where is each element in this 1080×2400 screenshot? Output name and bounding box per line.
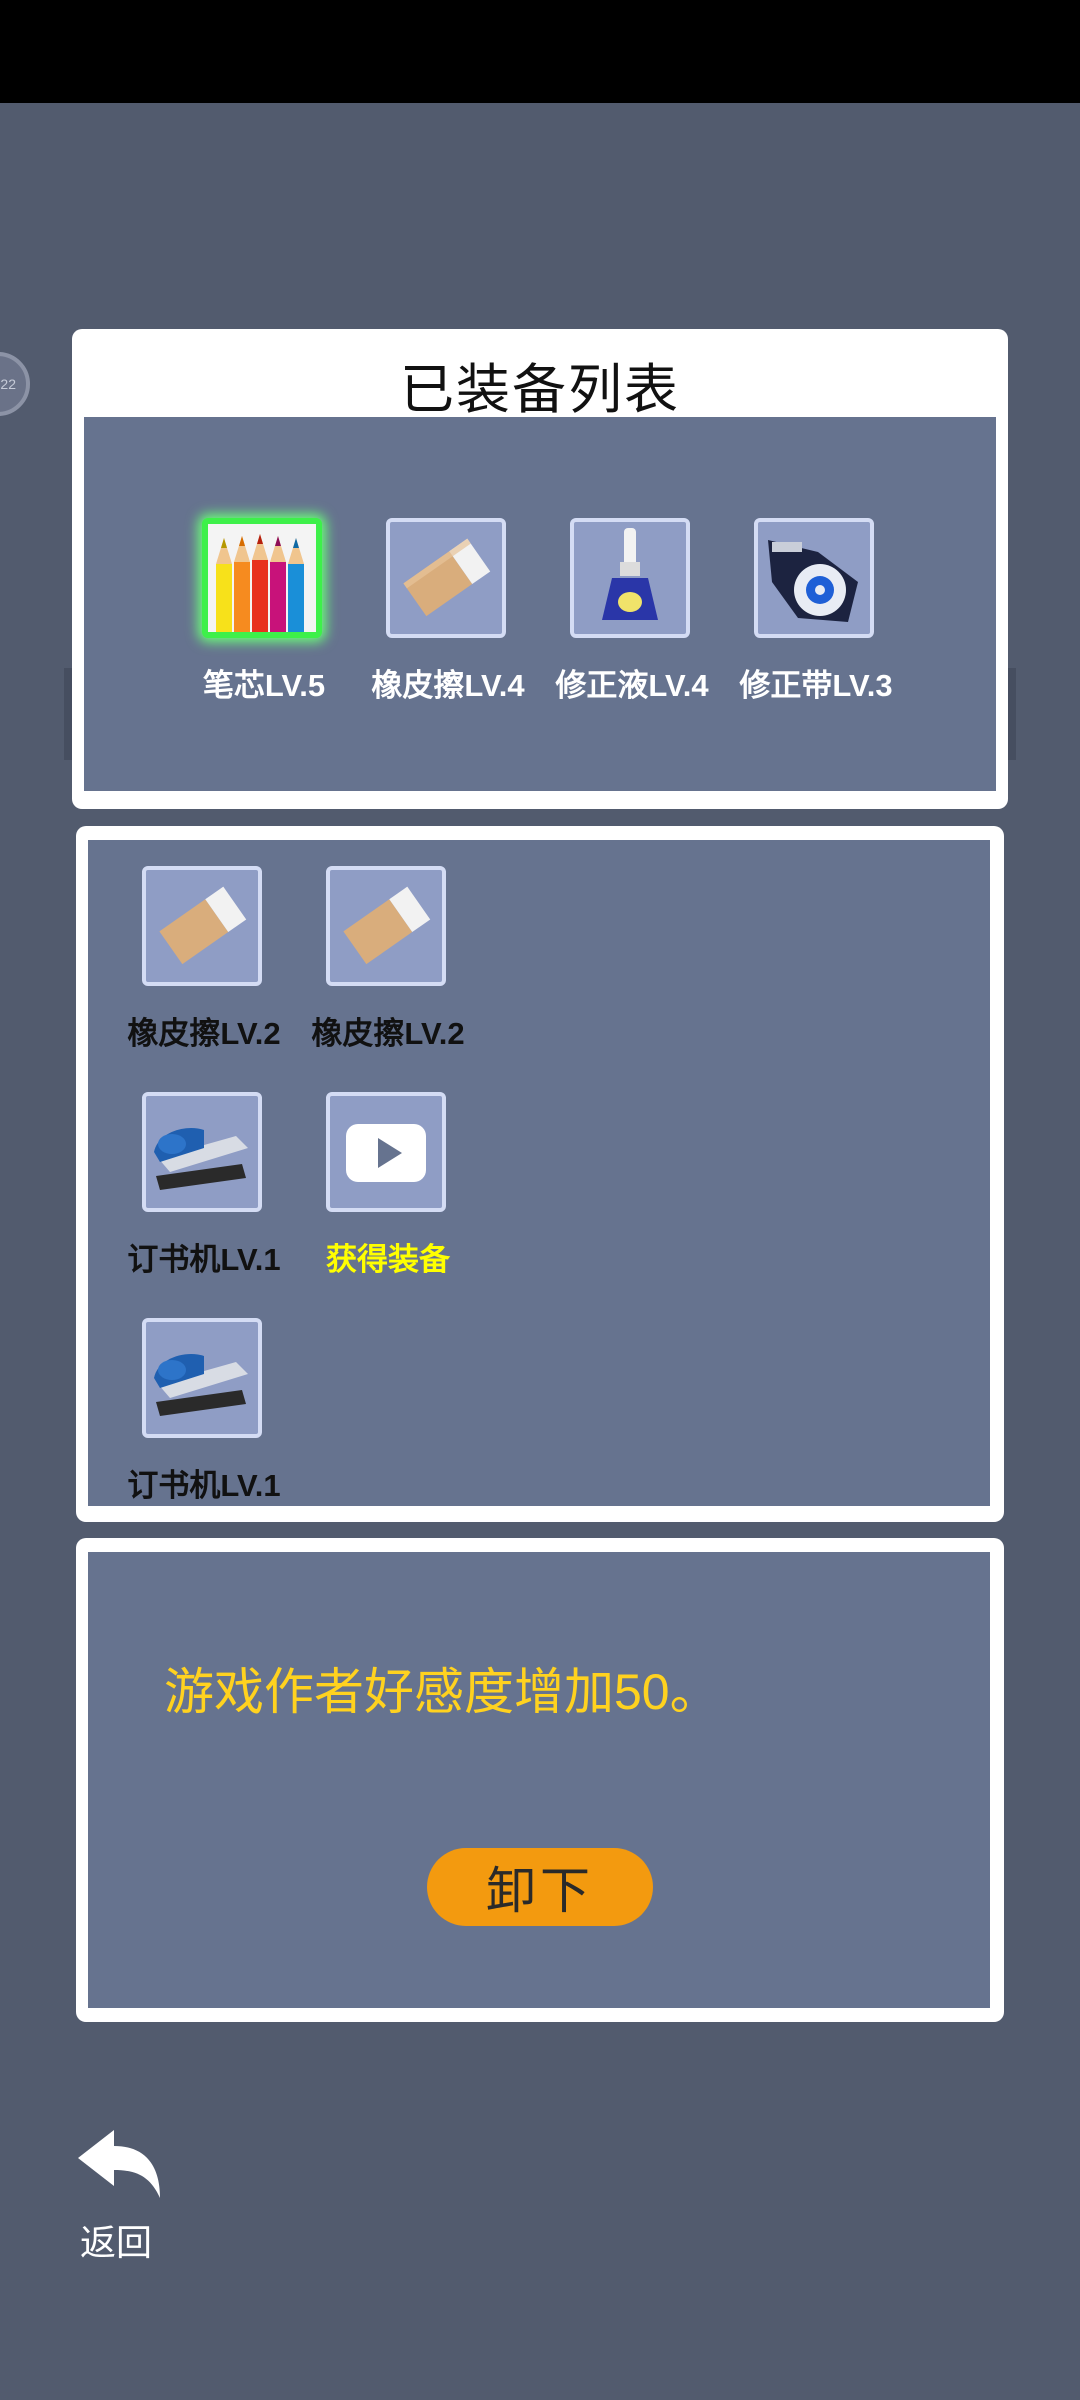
- eraser-icon: [159, 886, 247, 965]
- stapler-icon: [154, 1354, 248, 1416]
- detail-panel-body: [88, 1552, 990, 2008]
- eraser-icon: [403, 538, 491, 617]
- inventory-item-label: 订书机LV.1: [127, 1468, 281, 1503]
- inventory-item-eraser[interactable]: [142, 866, 262, 986]
- inventory-item-stapler[interactable]: [142, 1318, 262, 1438]
- equipped-slot-pencil[interactable]: [202, 518, 322, 638]
- equipped-label: 橡皮擦LV.4: [371, 668, 525, 703]
- equipped-title: 已装备列表: [400, 360, 680, 420]
- item-description: 游戏作者好感度增加50。: [164, 1664, 720, 1720]
- equipped-slot-correction-fluid[interactable]: [570, 518, 690, 638]
- unequip-button[interactable]: 卸下: [427, 1848, 653, 1926]
- inventory-item-stapler[interactable]: [142, 1092, 262, 1212]
- equipped-slot-correction-tape[interactable]: [754, 518, 874, 638]
- side-badge[interactable]: 22: [0, 352, 30, 416]
- status-bar: [0, 0, 1080, 103]
- equipped-label: 修正液LV.4: [555, 668, 709, 703]
- inventory-item-label: 橡皮擦LV.2: [127, 1016, 281, 1051]
- equipped-label: 笔芯LV.5: [202, 668, 326, 703]
- colored-pencils-icon: [208, 524, 316, 632]
- back-arrow-icon[interactable]: [74, 2128, 164, 2200]
- equipped-slot-eraser[interactable]: [386, 518, 506, 638]
- eraser-icon: [343, 886, 431, 965]
- correction-fluid-icon: [602, 528, 658, 620]
- inventory-item-eraser[interactable]: [326, 866, 446, 986]
- detail-panel: [76, 1538, 1004, 2022]
- inventory-item-label: 订书机LV.1: [127, 1242, 281, 1277]
- back-button-label[interactable]: 返回: [80, 2214, 152, 2266]
- equipped-label: 修正带LV.3: [739, 668, 893, 703]
- stapler-icon: [154, 1128, 248, 1190]
- get-equipment-label[interactable]: 获得装备: [298, 1234, 478, 1279]
- correction-tape-icon: [768, 540, 858, 622]
- side-badge-text: 22: [0, 376, 16, 392]
- get-equipment-video-button[interactable]: [326, 1092, 446, 1212]
- video-play-icon: [346, 1124, 426, 1182]
- inventory-item-label: 橡皮擦LV.2: [311, 1016, 465, 1051]
